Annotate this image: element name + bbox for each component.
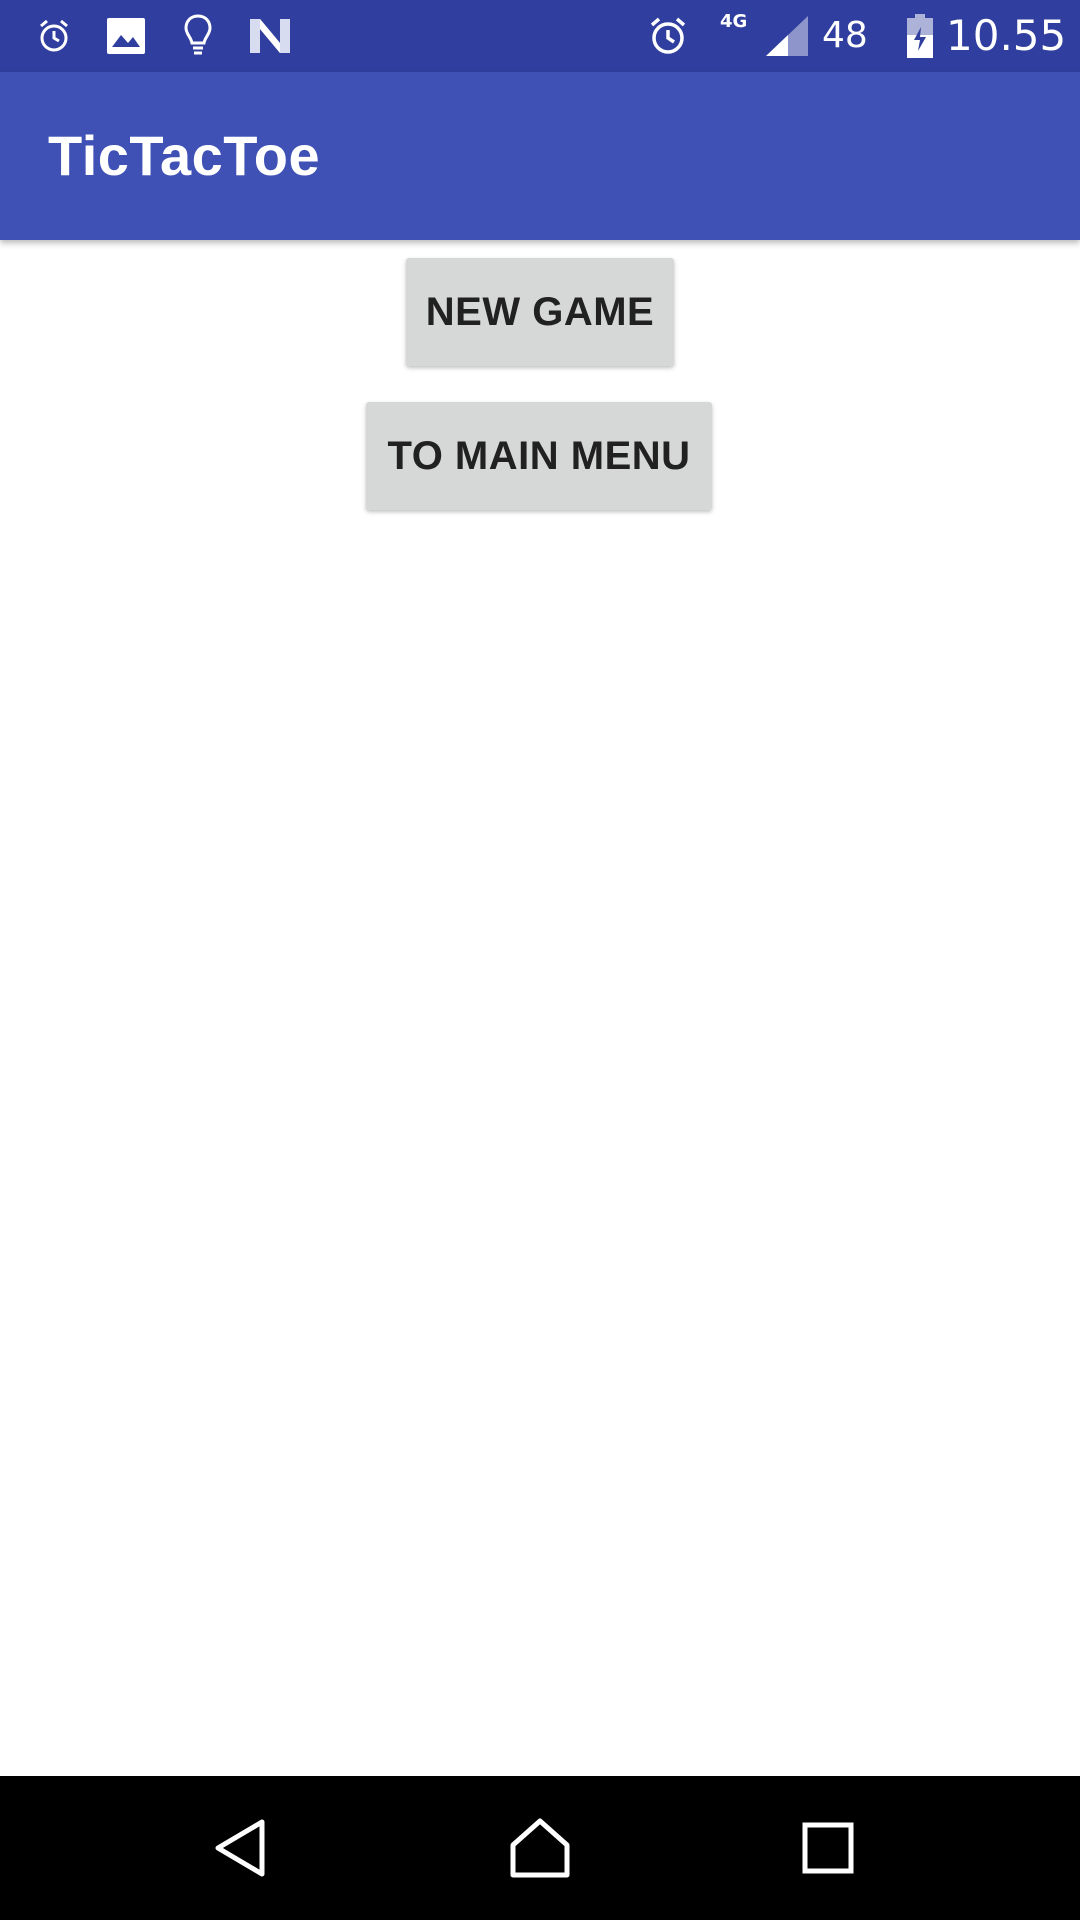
lightbulb-icon [178, 0, 218, 72]
alarm-icon [646, 0, 690, 72]
back-icon[interactable] [180, 1776, 300, 1920]
n-logo-icon [246, 0, 294, 72]
new-game-button[interactable]: NEW GAME [406, 258, 674, 366]
clock-time: 10.55 [946, 11, 1067, 60]
main-menu-button[interactable]: TO MAIN MENU [366, 402, 712, 510]
navigation-bar [0, 1776, 1080, 1920]
status-bar: 4G 48 % 10.55 [0, 0, 1080, 128]
main-content: NEW GAME TO MAIN MENU [0, 240, 1080, 1776]
signal-icon [762, 0, 812, 72]
network-type-label: 4G [720, 11, 748, 32]
recents-icon[interactable] [768, 1776, 888, 1920]
alarm-icon [34, 0, 74, 72]
battery-percent: 48 % [822, 15, 868, 128]
app-bar: TicTacToe [0, 72, 1080, 240]
image-icon [104, 0, 148, 72]
app-title: TicTacToe [48, 124, 321, 187]
home-icon[interactable] [480, 1776, 600, 1920]
battery-charging-icon [904, 0, 936, 72]
